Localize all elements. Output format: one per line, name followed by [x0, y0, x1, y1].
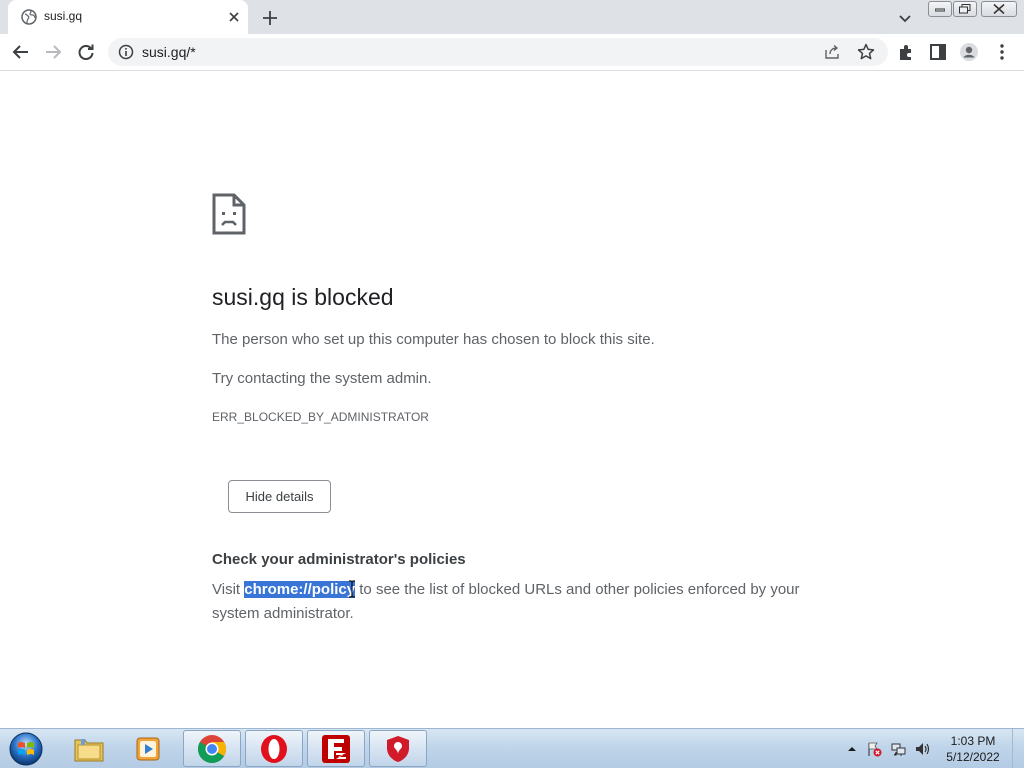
action-center-flag-icon[interactable]: [866, 741, 882, 757]
volume-icon[interactable]: [914, 741, 930, 757]
chevron-down-icon[interactable]: [897, 10, 913, 26]
clock-date: 5/12/2022: [946, 750, 1000, 764]
new-tab-icon[interactable]: [260, 8, 280, 28]
reload-icon[interactable]: [76, 42, 96, 62]
tab-strip: susi.gq: [0, 0, 1024, 34]
opera-icon: [261, 734, 287, 763]
policy-description: Visit chrome://policy to see the list of…: [212, 578, 812, 626]
taskbar: 1:03 PM 5/12/2022: [0, 728, 1024, 768]
page-title: susi.gq is blocked: [212, 284, 394, 310]
tab-title: susi.gq: [44, 9, 83, 23]
policy-heading: Check your administrator's policies: [212, 551, 466, 568]
url-text[interactable]: susi.gq/*: [142, 44, 196, 60]
address-bar[interactable]: susi.gq/*: [108, 38, 888, 66]
hide-details-button[interactable]: Hide details: [228, 480, 331, 513]
forward-arrow-icon[interactable]: [43, 42, 63, 62]
taskbar-media-player[interactable]: [120, 730, 178, 767]
shield-icon: [387, 735, 409, 762]
taskbar-filezilla[interactable]: [307, 730, 365, 767]
chrome-icon: [198, 734, 226, 763]
windows-start-icon[interactable]: [6, 731, 46, 767]
filezilla-icon: [322, 734, 350, 763]
show-desktop-button[interactable]: [1012, 729, 1024, 768]
side-panel-icon[interactable]: [928, 42, 948, 62]
tray-expand-icon[interactable]: [844, 741, 860, 757]
system-clock[interactable]: 1:03 PM 5/12/2022: [940, 733, 1006, 765]
minimize-button[interactable]: [928, 1, 952, 17]
info-icon[interactable]: [118, 44, 134, 60]
contact-admin-text: Try contacting the system admin.: [212, 370, 432, 387]
block-reason-text: The person who set up this computer has …: [212, 331, 655, 348]
sad-page-icon: [212, 193, 246, 235]
taskbar-opera[interactable]: [245, 730, 303, 767]
back-arrow-icon[interactable]: [11, 42, 31, 62]
share-icon[interactable]: [824, 44, 840, 60]
restore-button[interactable]: [953, 1, 977, 17]
browser-tab[interactable]: susi.gq: [8, 0, 248, 34]
extensions-puzzle-icon[interactable]: [896, 42, 916, 62]
taskbar-file-explorer[interactable]: [60, 730, 118, 767]
network-icon[interactable]: [891, 741, 907, 757]
kebab-menu-icon[interactable]: [992, 42, 1012, 62]
profile-avatar-icon[interactable]: [959, 42, 979, 62]
policy-prefix: Visit: [212, 581, 245, 598]
media-player-icon: [136, 737, 160, 760]
policy-link[interactable]: chrome://policy: [244, 581, 356, 598]
browser-toolbar: susi.gq/*: [0, 34, 1024, 71]
taskbar-security-app[interactable]: [369, 730, 427, 767]
close-window-button[interactable]: [981, 1, 1017, 17]
error-code[interactable]: ERR_BLOCKED_BY_ADMINISTRATOR: [212, 410, 429, 424]
globe-icon: [21, 9, 37, 25]
taskbar-chrome[interactable]: [183, 730, 241, 767]
folder-icon: [74, 738, 104, 761]
bookmark-star-icon[interactable]: [857, 43, 875, 61]
clock-time: 1:03 PM: [950, 734, 996, 748]
close-tab-icon[interactable]: [226, 9, 242, 25]
text-cursor-icon: [349, 580, 355, 598]
